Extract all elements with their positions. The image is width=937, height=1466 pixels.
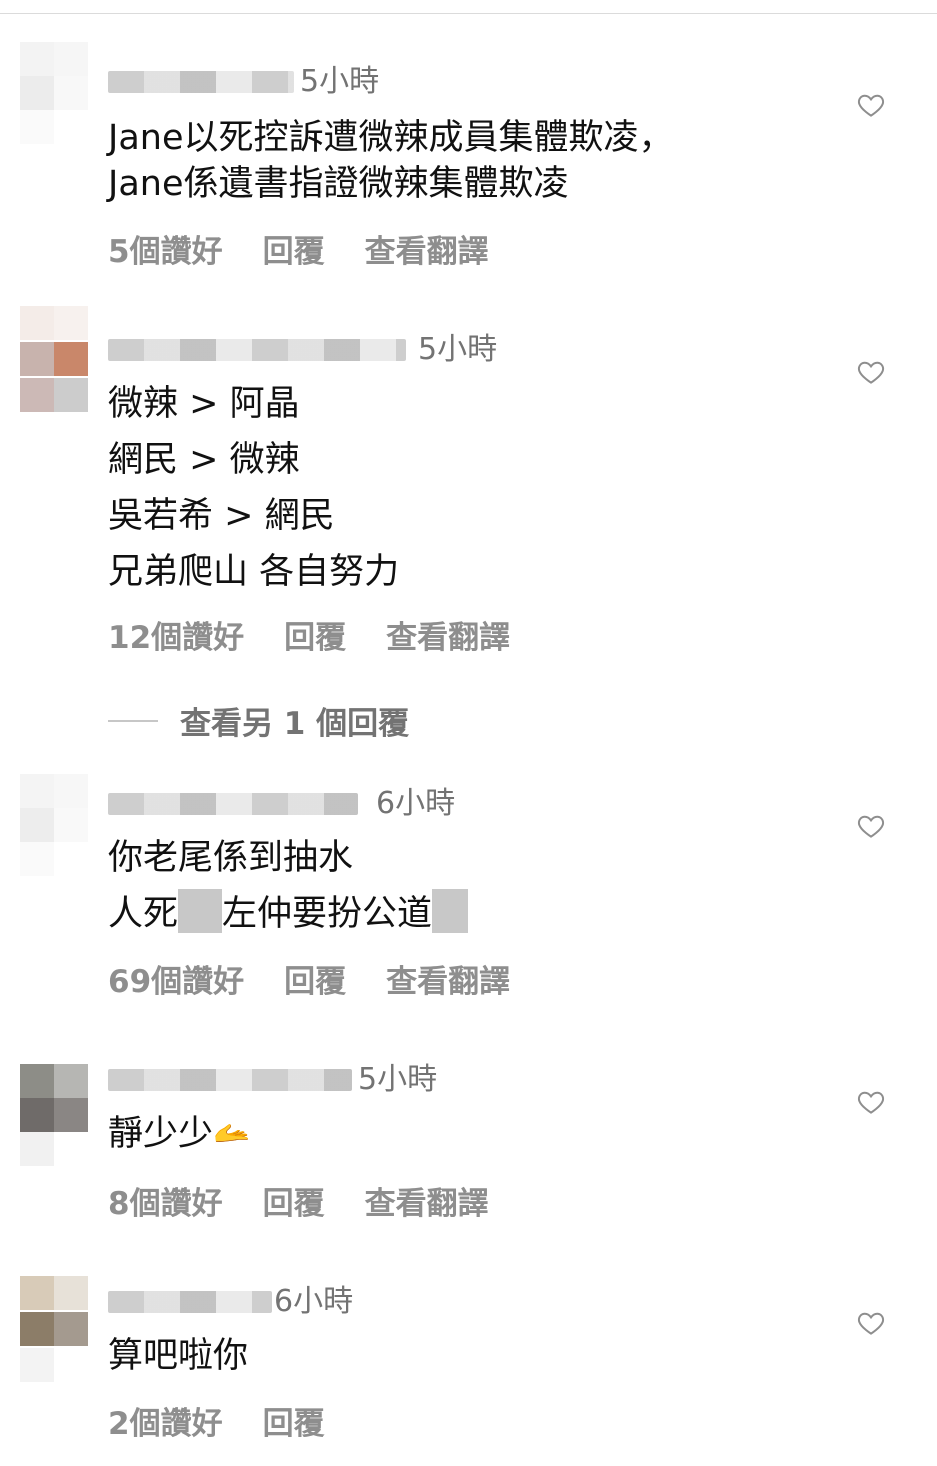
top-divider <box>0 0 937 14</box>
comment-line: 網民 > 微辣 <box>108 440 300 480</box>
translate-button[interactable]: 查看翻譯 <box>365 1178 489 1223</box>
censor-block <box>178 889 223 933</box>
heart-outline-icon[interactable] <box>856 811 886 841</box>
comment-line: 靜少少🫴 <box>108 1106 250 1162</box>
pointing-hand-emoji: 🫴 <box>213 1116 251 1151</box>
username[interactable] <box>108 793 358 815</box>
comment-line: 吳若希 > 網民 <box>108 496 335 536</box>
heart-outline-icon[interactable] <box>856 357 886 387</box>
username[interactable] <box>108 1291 272 1313</box>
comment-text: 你老尾係到抽水 人死 左仲要扮公道 <box>108 830 469 942</box>
view-replies-label: 查看另 1 個回覆 <box>180 706 410 742</box>
view-replies-button[interactable]: 查看另 1 個回覆 <box>108 698 409 743</box>
like-count[interactable]: 12個讚好 <box>108 612 244 657</box>
heart-outline-icon[interactable] <box>856 1308 886 1338</box>
like-count[interactable]: 8個讚好 <box>108 1178 223 1223</box>
replies-divider <box>108 719 158 722</box>
username[interactable] <box>108 1069 352 1091</box>
comment-fragment: 靜少少 <box>108 1114 214 1154</box>
comment-text: 靜少少🫴 <box>108 1106 250 1162</box>
comment-time: 5小時 <box>300 64 380 99</box>
comment-fragment: 左仲要扮公道 <box>222 894 433 934</box>
like-count[interactable]: 69個讚好 <box>108 956 244 1001</box>
like-count[interactable]: 5個讚好 <box>108 226 223 271</box>
comment-time: 5小時 <box>418 332 498 367</box>
comment-time: 6小時 <box>376 786 456 821</box>
comment-time: 5小時 <box>358 1062 438 1097</box>
username[interactable] <box>108 71 294 93</box>
comment-line: 兄弟爬山 各自努力 <box>108 552 400 592</box>
reply-button[interactable]: 回覆 <box>263 1178 325 1223</box>
heart-outline-icon[interactable] <box>856 90 886 120</box>
comment-text: Jane以死控訴遭微辣成員集體欺凌， Jane係遺書指證微辣集體欺凌 <box>108 110 674 212</box>
reply-button[interactable]: 回覆 <box>263 226 325 271</box>
comment-text: 算吧啦你 <box>108 1328 248 1384</box>
avatar[interactable] <box>20 1276 88 1386</box>
comment-line-2: 人死 左仲要扮公道 <box>108 886 469 942</box>
censor-block <box>432 889 469 933</box>
translate-button[interactable]: 查看翻譯 <box>386 612 510 657</box>
comment-line: 你老尾係到抽水 <box>108 838 354 878</box>
avatar[interactable] <box>20 306 88 416</box>
heart-outline-icon[interactable] <box>856 1087 886 1117</box>
avatar[interactable] <box>20 774 88 884</box>
like-count[interactable]: 2個讚好 <box>108 1398 223 1443</box>
comment-text: 微辣 > 阿晶 網民 > 微辣 吳若希 > 網民 兄弟爬山 各自努力 <box>108 376 399 600</box>
comment-line: 算吧啦你 <box>108 1336 249 1376</box>
avatar[interactable] <box>20 42 88 152</box>
comment-line: 微辣 > 阿晶 <box>108 384 300 424</box>
comment-fragment: 人死 <box>108 894 179 934</box>
reply-button[interactable]: 回覆 <box>263 1398 325 1443</box>
reply-button[interactable]: 回覆 <box>284 612 346 657</box>
translate-button[interactable]: 查看翻譯 <box>386 956 510 1001</box>
avatar[interactable] <box>20 1058 88 1168</box>
comment-time: 6小時 <box>274 1284 354 1319</box>
username[interactable] <box>108 339 406 361</box>
translate-button[interactable]: 查看翻譯 <box>365 226 489 271</box>
reply-button[interactable]: 回覆 <box>284 956 346 1001</box>
